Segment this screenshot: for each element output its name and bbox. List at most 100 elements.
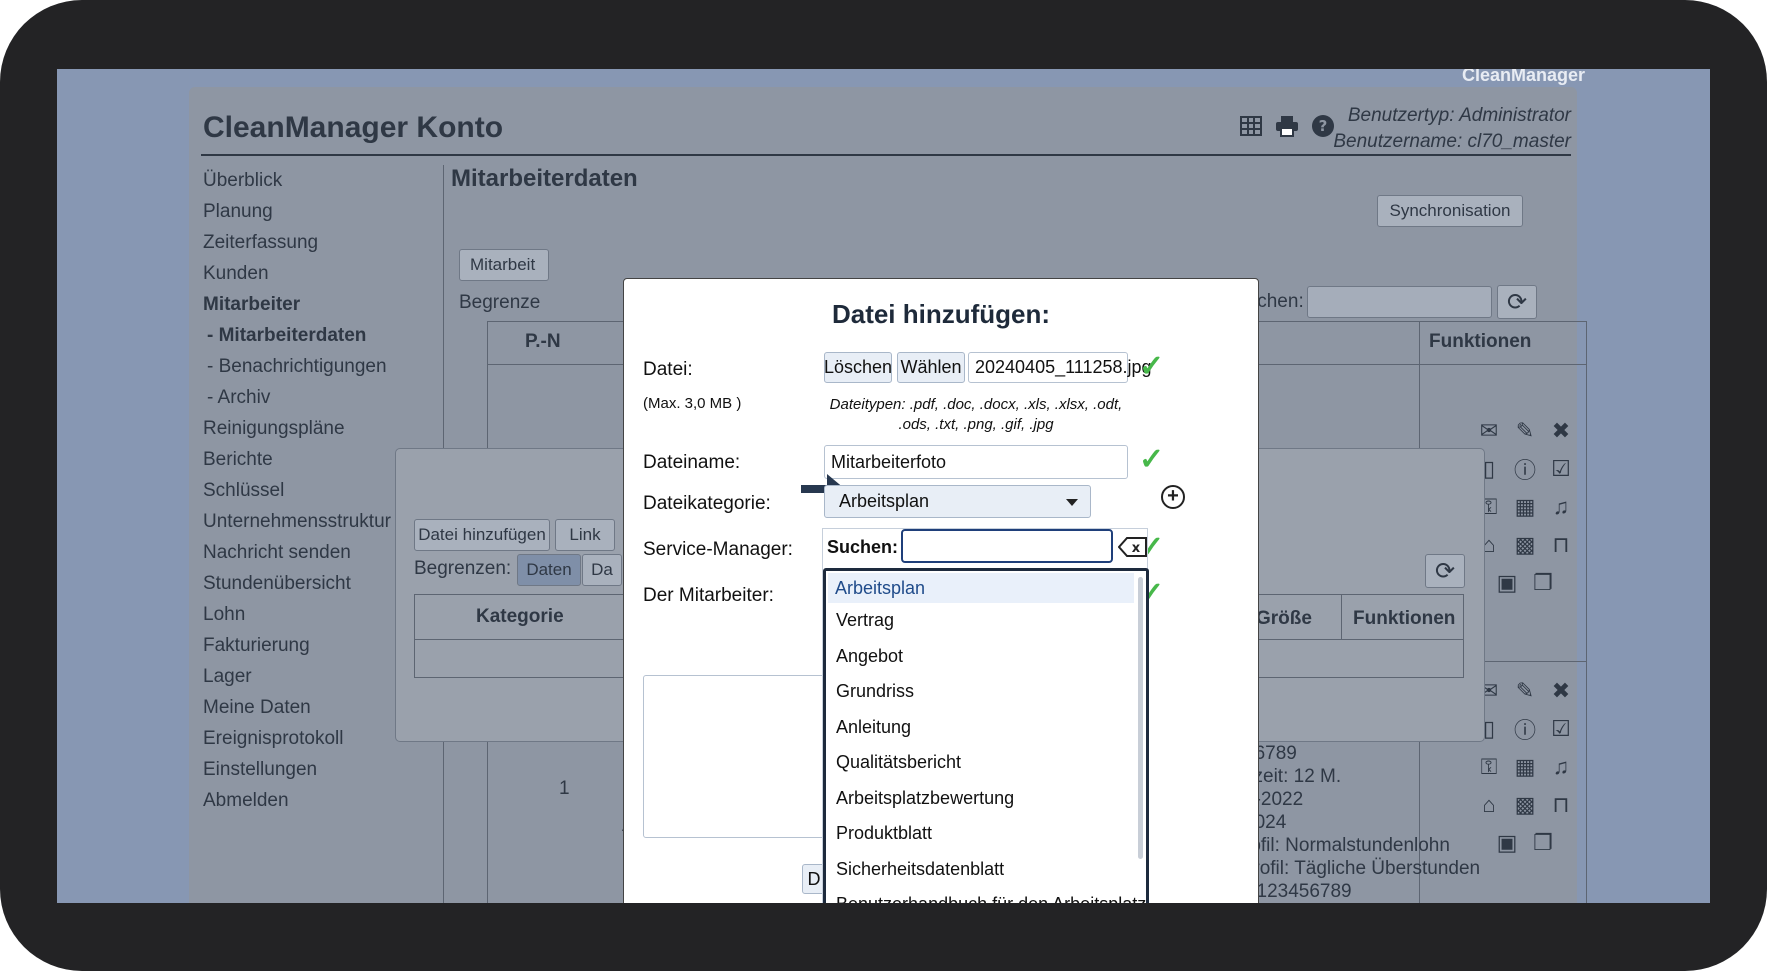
row-number: 1: [559, 778, 570, 799]
dropdown-option[interactable]: Produktblatt: [826, 816, 1146, 852]
user-info: Benutzertyp: Administrator Benutzername:…: [1333, 103, 1571, 155]
bell-icon[interactable]: ♫: [1547, 753, 1575, 781]
sidebar-item[interactable]: - Benachrichtigungen: [203, 351, 443, 382]
modal-title: Datei hinzufügen:: [831, 299, 1051, 329]
col-divider: [1341, 594, 1342, 640]
filename-input[interactable]: Mitarbeiterfoto: [824, 445, 1128, 479]
dropdown-option[interactable]: Anleitung: [826, 710, 1146, 746]
category-label: Dateikategorie:: [643, 493, 771, 514]
clear-search-icon[interactable]: x: [1117, 537, 1148, 557]
screen: CleanManager CleanManager Konto ? Benutz…: [57, 69, 1710, 903]
dropdown-option[interactable]: Vertrag: [826, 603, 1146, 639]
limit-da-button[interactable]: Da: [582, 554, 622, 586]
info-icon[interactable]: ⓘ: [1511, 715, 1539, 743]
sidebar-item[interactable]: Zeiterfassung: [203, 227, 443, 258]
copy-icon[interactable]: ❐: [1529, 829, 1557, 857]
dropdown-search-input[interactable]: [901, 529, 1113, 563]
dropdown-option[interactable]: Qualitätsbericht: [826, 745, 1146, 781]
link-button[interactable]: Link: [555, 519, 615, 551]
clipboard-icon[interactable]: ☑: [1547, 455, 1575, 483]
file-value[interactable]: 20240405_111258.jpg: [968, 352, 1152, 383]
dropdown-option[interactable]: Angebot: [826, 639, 1146, 675]
refresh-button[interactable]: ⟳: [1425, 554, 1465, 588]
copy-icon[interactable]: ❐: [1529, 569, 1557, 597]
sidebar-item[interactable]: Abmelden: [203, 785, 443, 816]
sidebar-item[interactable]: - Archiv: [203, 382, 443, 413]
edit-icon[interactable]: ✎: [1511, 417, 1539, 445]
calculator-icon[interactable]: ▦: [1511, 753, 1539, 781]
info-icon[interactable]: ⓘ: [1511, 455, 1539, 483]
print-icon[interactable]: [1274, 113, 1300, 139]
qr-icon[interactable]: ▩: [1511, 791, 1539, 819]
svg-text:x: x: [1132, 541, 1141, 556]
sidebar-item[interactable]: Mitarbeiter: [203, 289, 443, 320]
limit-daten-button[interactable]: Daten: [517, 554, 581, 586]
col-functions: Funktionen: [1429, 331, 1532, 352]
table-icon[interactable]: [1238, 113, 1264, 139]
dropdown-option[interactable]: Grundriss: [826, 674, 1146, 710]
limit-label: Begrenze: [459, 292, 541, 313]
file-label: Datei:: [643, 359, 693, 380]
search-input[interactable]: [1307, 286, 1492, 318]
refresh-button[interactable]: ⟳: [1497, 285, 1537, 319]
clipboard-icon[interactable]: ☑: [1547, 715, 1575, 743]
check-icon: ✓: [1139, 350, 1165, 383]
category-select[interactable]: Arbeitsplan: [824, 485, 1091, 518]
category-dropdown: Suchen: x Arbeitsplan Vertrag Angebot Grund…: [822, 528, 1149, 903]
sidebar-item[interactable]: Kunden: [203, 258, 443, 289]
sync-button[interactable]: Synchronisation: [1377, 195, 1523, 227]
category-value: Arbeitsplan: [839, 491, 930, 511]
col-groesse: Größe: [1256, 608, 1312, 629]
tab-mitarbeiter[interactable]: Mitarbeit: [459, 249, 549, 281]
sidebar-item[interactable]: Reinigungspläne: [203, 413, 443, 444]
delete-file-button[interactable]: Löschen: [824, 352, 892, 383]
dropdown-search-label: Suchen:: [827, 537, 899, 557]
dropdown-option[interactable]: Arbeitsplatzbewertung: [826, 781, 1146, 817]
person-card-icon[interactable]: ▣: [1493, 829, 1521, 857]
person-card-icon[interactable]: ▣: [1493, 569, 1521, 597]
dropdown-option[interactable]: Sicherheitsdatenblatt: [826, 852, 1146, 888]
check-icon: ✓: [1139, 443, 1165, 476]
add-file-button[interactable]: Datei hinzufügen: [414, 519, 550, 551]
unlock-icon[interactable]: ⊓: [1547, 531, 1575, 559]
app-title: CleanManager Konto: [203, 111, 504, 144]
delete-icon[interactable]: ✖: [1547, 677, 1575, 705]
bell-icon[interactable]: ♫: [1547, 493, 1575, 521]
refresh-icon: ⟳: [1506, 288, 1528, 316]
svg-text:?: ?: [1319, 117, 1328, 135]
detail-line: 2024: [1244, 812, 1287, 833]
col-pnr: P.-N: [525, 331, 561, 352]
edit-icon[interactable]: ✎: [1511, 677, 1539, 705]
calculator-icon[interactable]: ▦: [1511, 493, 1539, 521]
sidebar-item[interactable]: Einstellungen: [203, 754, 443, 785]
sidebar-item[interactable]: - Mitarbeiterdaten: [203, 320, 443, 351]
help-icon[interactable]: ?: [1310, 113, 1336, 139]
choose-file-button[interactable]: Wählen: [897, 352, 965, 383]
detail-line: 56789: [1244, 743, 1297, 764]
dropdown-option[interactable]: Benutzerhandbuch für den Arbeitsplatz: [826, 887, 1146, 903]
user-type: Benutzertyp: Administrator: [1347, 105, 1571, 126]
dropdown-list: Arbeitsplan Vertrag Angebot Grundriss Anleit…: [823, 568, 1149, 903]
refresh-icon: ⟳: [1434, 557, 1456, 585]
brand-top: CleanManager: [1462, 69, 1586, 85]
mail-icon[interactable]: ✉: [1475, 417, 1503, 445]
qr-icon[interactable]: ▩: [1511, 531, 1539, 559]
page-title: Mitarbeiterdaten: [451, 165, 638, 192]
unlock-icon[interactable]: ⊓: [1547, 791, 1575, 819]
sidebar-item[interactable]: Planung: [203, 196, 443, 227]
dropdown-scrollbar[interactable]: [1138, 577, 1143, 859]
filename-label: Dateiname:: [643, 452, 741, 473]
delete-icon[interactable]: ✖: [1547, 417, 1575, 445]
chevron-down-icon: [1066, 498, 1078, 506]
employee-label: Der Mitarbeiter:: [643, 585, 774, 606]
sidebar-item[interactable]: Überblick: [203, 165, 443, 196]
detail-line: 2-2022: [1244, 789, 1304, 810]
dropdown-option[interactable]: Arbeitsplan: [828, 573, 1134, 603]
col-funktionen: Funktionen: [1353, 608, 1456, 629]
header-icons: ?: [1238, 113, 1336, 139]
col-kategorie: Kategorie: [476, 606, 564, 627]
detail-line: szeit: 12 M.: [1244, 766, 1342, 787]
detail-line: rofil: Normalstundenlohn: [1244, 835, 1450, 856]
add-category-icon[interactable]: +: [1161, 485, 1185, 509]
header-divider: [201, 154, 1571, 156]
